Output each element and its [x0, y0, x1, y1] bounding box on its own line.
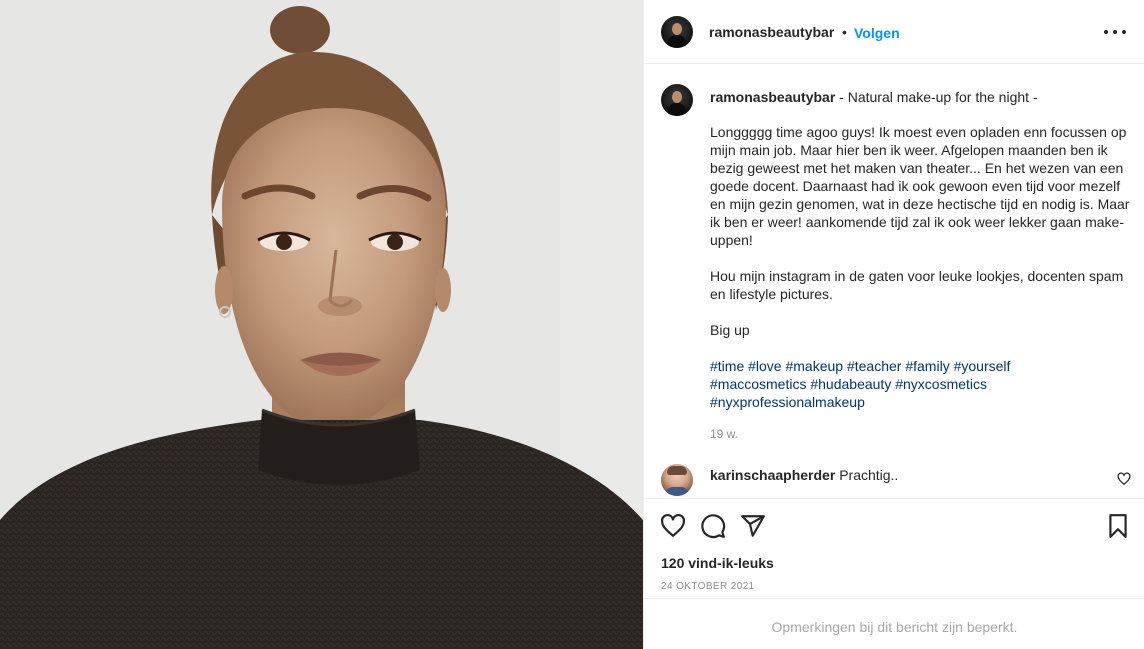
comments-section[interactable]: ramonasbeautybar - Natural make-up for t… [644, 65, 1144, 498]
post-photo[interactable] [0, 0, 643, 649]
comment-text: karinschaapherder Prachtig.. [710, 467, 898, 483]
comment-icon[interactable] [700, 513, 726, 539]
caption-paragraph: Big up [710, 322, 750, 338]
share-icon[interactable] [740, 513, 766, 539]
hashtag-link[interactable]: #family [905, 358, 949, 374]
hashtag-link[interactable]: #teacher [847, 358, 901, 374]
caption-username[interactable]: ramonasbeautybar [710, 89, 835, 105]
like-heart-icon[interactable] [660, 513, 686, 539]
caption-author-avatar[interactable] [661, 84, 693, 116]
comment-like-heart-icon[interactable] [1117, 472, 1131, 486]
post-details-panel: ramonasbeautybar • Volgen ramonasbeautyb… [643, 0, 1144, 649]
hashtag-link[interactable]: #nyxcosmetics [895, 376, 987, 392]
separator-dot: • [842, 24, 847, 40]
caption-paragraph: Longgggg time agoo guys! Ik moest even o… [710, 124, 1130, 248]
comment-body: Prachtig.. [839, 467, 899, 483]
commenter-username[interactable]: karinschaapherder [710, 467, 835, 483]
commenter-avatar[interactable] [661, 464, 693, 496]
hashtag-link[interactable]: #love [748, 358, 781, 374]
hashtag-link[interactable]: #hudabeauty [810, 376, 891, 392]
follow-button[interactable]: Volgen [854, 25, 900, 41]
more-options-icon[interactable] [1103, 22, 1127, 42]
caption-body: Longgggg time agoo guys! Ik moest even o… [710, 123, 1130, 411]
post-actions: 120 vind-ik-leuks 24 OKTOBER 2021 [644, 498, 1144, 598]
likes-count[interactable]: 120 vind-ik-leuks [661, 555, 774, 571]
hashtag-link[interactable]: #makeup [785, 358, 843, 374]
comments-restricted-notice: Opmerkingen bij dit bericht zijn beperkt… [644, 598, 1144, 649]
author-avatar[interactable] [661, 16, 693, 48]
hashtag-link[interactable]: #nyxprofessionalmakeup [710, 394, 865, 410]
caption-title: - Natural make-up for the night - [835, 89, 1038, 105]
hashtag-link[interactable]: #yourself [954, 358, 1011, 374]
bookmark-icon[interactable] [1105, 513, 1131, 539]
hashtag-list: #time #love #makeup #teacher #family #yo… [710, 357, 1130, 411]
portrait-illustration [0, 0, 643, 649]
author-username[interactable]: ramonasbeautybar [709, 24, 834, 40]
hashtag-link[interactable]: #maccosmetics [710, 376, 806, 392]
post-date[interactable]: 24 OKTOBER 2021 [661, 581, 755, 592]
caption-paragraph: Hou mijn instagram in de gaten voor leuk… [710, 268, 1124, 302]
post-header: ramonasbeautybar • Volgen [644, 0, 1144, 64]
caption-age[interactable]: 19 w. [710, 427, 738, 441]
caption-header: ramonasbeautybar - Natural make-up for t… [710, 89, 1038, 105]
hashtag-link[interactable]: #time [710, 358, 744, 374]
